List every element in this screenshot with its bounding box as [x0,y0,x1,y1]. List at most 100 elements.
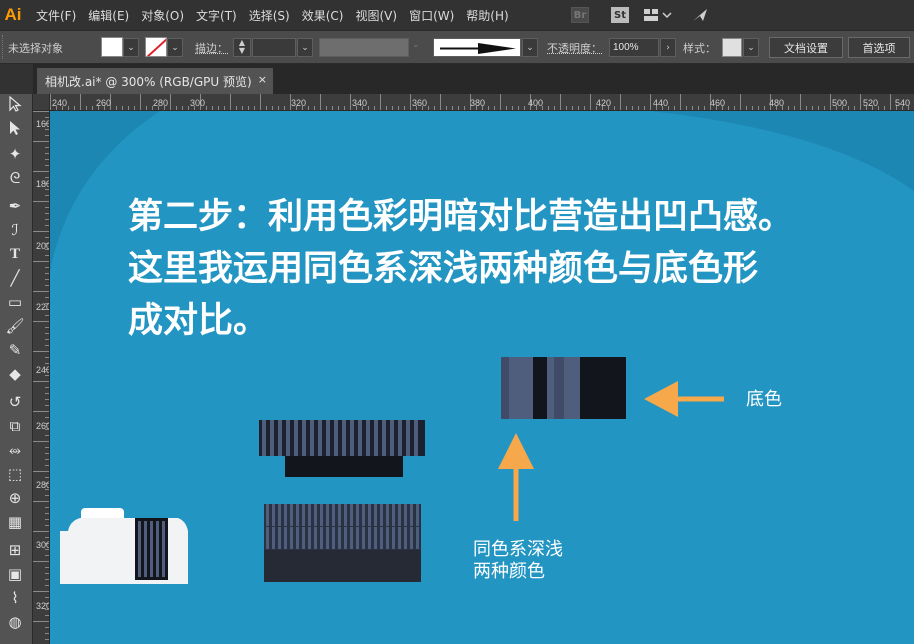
scale-tool-icon[interactable]: ⧉ [3,416,27,436]
eraser-tool-icon[interactable]: ◆ [3,364,27,384]
arrowhead-brush-preview[interactable] [433,38,521,57]
ruler-label: 460 [710,98,726,108]
grip-ridge [326,527,329,549]
ruler-label: 260 [96,98,112,108]
camera-ridge [156,521,159,577]
grip-ridge [392,527,395,549]
ruler-label: 420 [596,98,612,108]
ruler-label: 400 [528,98,544,108]
menu-file[interactable]: 文件(F) [36,7,76,24]
camera-illustration [60,508,188,584]
stroke-weight-spinner[interactable]: ▲ ▼ [233,38,251,57]
blend-tool-icon[interactable]: ◍ [3,612,27,632]
grip-ridge [310,420,314,456]
arrow-to-shade-colors [498,433,534,521]
grip-ridge [302,504,305,526]
perspective-grid-tool-icon[interactable]: ▦ [3,512,27,532]
grip-ridge [386,504,389,526]
grip-ridge [374,527,377,549]
stroke-color-swatch[interactable] [145,37,167,57]
horizontal-ruler[interactable]: 240 260 280 300 320 340 360 380 400 420 … [50,94,914,111]
grip-ridge [262,420,266,456]
grip-ridge [290,527,293,549]
background-curve-right [650,111,914,191]
type-tool-icon[interactable]: T [3,244,27,264]
ruler-label: 180 [36,179,50,189]
grip-ridge [358,420,362,456]
grip-ridge [368,504,371,526]
stroke-weight-input[interactable] [252,38,296,57]
style-dropdown[interactable]: ⌄ [743,38,759,57]
ruler-label: 520 [863,98,879,108]
variable-width-profile[interactable] [319,38,409,57]
fill-color-swatch[interactable] [101,37,123,57]
pen-tool-icon[interactable]: ✒ [3,196,27,216]
menu-edit[interactable]: 编辑(E) [88,7,129,24]
fill-dropdown[interactable]: ⌄ [123,38,139,57]
menu-select[interactable]: 选择(S) [249,7,290,24]
stroke-weight-dropdown[interactable]: ⌄ [297,38,313,57]
panel-grip[interactable] [2,35,6,59]
preferences-button[interactable]: 首选项 [848,37,910,58]
menu-object[interactable]: 对象(O) [141,7,184,24]
vertical-ruler[interactable]: 160 180 200 220 240 260 280 300 320 [33,111,50,644]
opacity-label[interactable]: 不透明度： [547,40,602,56]
brush-dropdown[interactable]: ⌄ [522,38,538,57]
eyedropper-tool-icon[interactable]: ⌇ [3,588,27,608]
stroke-dropdown[interactable]: ⌄ [167,38,183,57]
document-tab[interactable]: 相机改.ai* @ 300% (RGB/GPU 预览) × [37,68,273,94]
grip-ridge [284,527,287,549]
document-setup-button[interactable]: 文档设置 [769,37,843,58]
curvature-tool-icon[interactable]: ℐ [3,220,27,240]
grip-ridge [266,527,269,549]
close-tab-icon[interactable]: × [258,73,267,86]
opacity-input[interactable]: 100% [609,38,659,57]
grip-ridge [266,504,269,526]
stroke-label[interactable]: 描边： [195,40,228,56]
menu-view[interactable]: 视图(V) [355,7,397,24]
opacity-expand-button[interactable]: › [660,38,676,57]
stock-icon[interactable]: St [611,7,629,23]
grip-ridge [366,420,370,456]
mesh-tool-icon[interactable]: ⊞ [3,540,27,560]
shape-builder-tool-icon[interactable]: ⊕ [3,488,27,508]
profile-dropdown[interactable]: ⌄ [412,40,420,50]
lasso-tool-icon[interactable]: ᘓ [3,168,27,188]
blob-brush-tool-icon[interactable]: ✎ [3,340,27,360]
rotate-tool-icon[interactable]: ↺ [3,392,27,412]
ruler-label: 300 [36,540,50,550]
free-transform-tool-icon[interactable]: ⬚ [3,464,27,484]
menu-window[interactable]: 窗口(W) [409,7,454,24]
grip-ridge [318,420,322,456]
ruler-label: 160 [36,119,50,129]
line-tool-icon[interactable]: ╱ [3,268,27,288]
gradient-tool-icon[interactable]: ▣ [3,564,27,584]
grip-ridge [342,420,346,456]
arrow-to-base-color [644,381,724,417]
sync-icon[interactable] [691,7,709,23]
bridge-icon[interactable]: Br [571,7,589,23]
grip-ridge [284,504,287,526]
grip-ridge [356,527,359,549]
grip-ridge [308,504,311,526]
grip-ridge [374,504,377,526]
ruler-origin[interactable] [33,94,50,111]
selection-tool-icon[interactable] [3,95,27,116]
menu-type[interactable]: 文字(T) [196,7,237,24]
artboard-canvas[interactable]: 第二步：利用色彩明暗对比营造出凹凸感。 这里我运用同色系深浅两种颜色与底色形 成… [50,111,914,644]
ruler-label: 340 [352,98,368,108]
graphic-style-swatch[interactable] [722,38,742,57]
grip-ridge [320,504,323,526]
direct-selection-tool-icon[interactable] [3,120,27,140]
workspace-switcher-icon[interactable] [643,7,673,23]
grip-ridge [278,527,281,549]
paintbrush-tool-icon[interactable]: 🖌 [3,316,27,336]
width-tool-icon[interactable]: ⥈ [3,440,27,460]
grip-ridge [290,504,293,526]
grip-ridge [380,527,383,549]
menu-effect[interactable]: 效果(C) [302,7,344,24]
menu-help[interactable]: 帮助(H) [466,7,508,24]
rectangle-tool-icon[interactable]: ▭ [3,292,27,312]
grip-ridge [278,504,281,526]
magic-wand-tool-icon[interactable]: ✦ [3,144,27,164]
